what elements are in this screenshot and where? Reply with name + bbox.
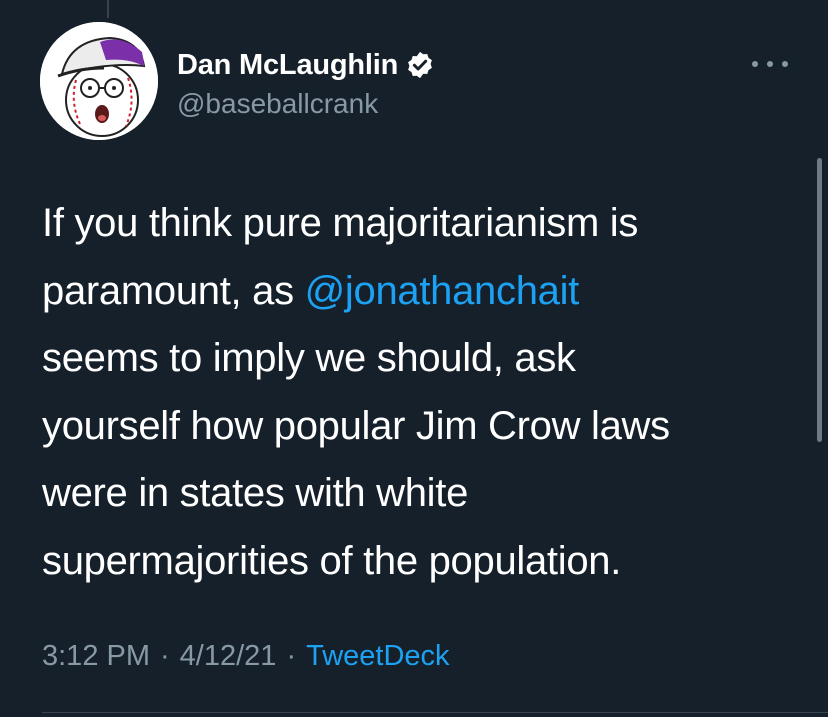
author-name-row[interactable]: Dan McLaughlin: [177, 46, 435, 84]
tweet-text-segment: paramount, as: [42, 268, 305, 313]
tweet-text-segment: supermajorities of the population.: [42, 538, 622, 583]
tweet-date[interactable]: 4/12/21: [180, 640, 277, 673]
avatar[interactable]: [40, 22, 158, 140]
tweet-source-link[interactable]: TweetDeck: [306, 640, 449, 673]
more-horizontal-icon[interactable]: [752, 50, 788, 78]
author-display-name[interactable]: Dan McLaughlin: [177, 49, 398, 82]
author-handle[interactable]: @baseballcrank: [177, 88, 378, 120]
tweet-line: seems to imply we should, ask: [42, 325, 802, 393]
tweet-meta: 3:12 PM · 4/12/21 · TweetDeck: [42, 640, 450, 673]
tweet-line: paramount, as @jonathanchait: [42, 258, 802, 326]
tweet-line: were in states with white: [42, 460, 802, 528]
tweet-text-segment: yourself how popular Jim Crow laws: [42, 403, 670, 448]
mention-link[interactable]: @jonathanchait: [305, 269, 580, 313]
baseball-avatar-icon: [40, 22, 158, 140]
tweet-line: If you think pure majoritarianism is: [42, 190, 802, 258]
tweet-text-segment: were in states with white: [42, 471, 469, 515]
tweet-time[interactable]: 3:12 PM: [42, 640, 150, 673]
tweet-text: If you think pure majoritarianism is par…: [42, 190, 802, 595]
divider: [42, 712, 828, 713]
tweet-text-segment: If you think pure majoritarianism is: [42, 201, 639, 245]
meta-separator: ·: [286, 640, 297, 672]
tweet-line: supermajorities of the population.: [42, 528, 802, 596]
thread-connector-line: [107, 0, 109, 18]
tweet-text-segment: seems to imply we should, ask: [42, 336, 576, 380]
tweet-line: yourself how popular Jim Crow laws: [42, 393, 802, 461]
meta-separator: ·: [160, 640, 170, 672]
scrollbar[interactable]: [817, 158, 822, 442]
verified-badge-icon: [408, 51, 433, 79]
